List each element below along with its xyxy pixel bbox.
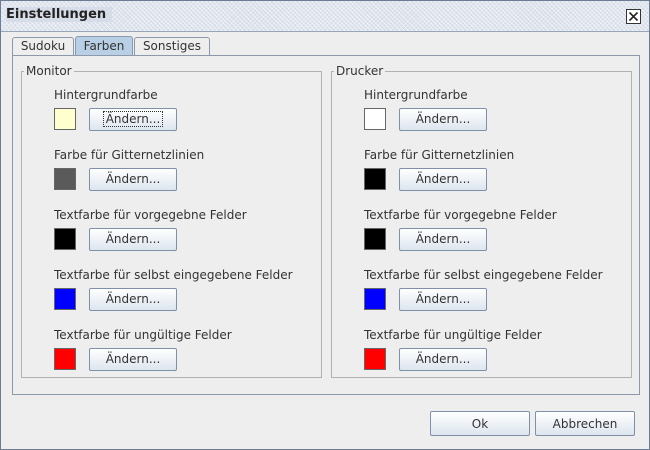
button-label: Ändern... [415, 172, 471, 186]
ok-button[interactable]: Ok [430, 411, 530, 436]
printer-legend: Drucker [336, 64, 384, 78]
printer-given-text-change-button[interactable]: Ändern... [399, 228, 487, 251]
printer-given-text-swatch [364, 228, 386, 250]
tab-label: Sudoku [20, 39, 66, 53]
printer-gridline-label: Farbe für Gitternetzlinien [364, 148, 515, 162]
button-label: Ändern... [105, 292, 161, 306]
monitor-invalid-text-label: Textfarbe für ungültige Felder [54, 328, 232, 342]
monitor-invalid-text-change-button[interactable]: Ändern... [89, 348, 177, 371]
printer-invalid-text-swatch [364, 348, 386, 370]
tab-farben[interactable]: Farben [75, 36, 133, 56]
close-button[interactable] [626, 9, 641, 24]
tab-label: Farben [83, 39, 125, 53]
monitor-user-text-swatch [54, 288, 76, 310]
printer-gridline-swatch [364, 168, 386, 190]
monitor-gridline-label: Farbe für Gitternetzlinien [54, 148, 205, 162]
tab-sonstiges[interactable]: Sonstiges [134, 37, 210, 55]
monitor-background-swatch [54, 108, 76, 130]
monitor-background-label: Hintergrundfarbe [54, 88, 158, 102]
printer-background-swatch [364, 108, 386, 130]
printer-user-text-change-button[interactable]: Ändern... [399, 288, 487, 311]
monitor-invalid-text-swatch [54, 348, 76, 370]
tab-panel-farben: Monitor Drucker Hintergrundfarbe Ändern.… [12, 55, 640, 395]
monitor-given-text-swatch [54, 228, 76, 250]
button-label: Ändern... [415, 292, 471, 306]
button-label: Ändern... [105, 352, 161, 366]
button-label: Ändern... [105, 232, 161, 246]
printer-gridline-change-button[interactable]: Ändern... [399, 168, 487, 191]
button-label: Ändern... [415, 352, 471, 366]
printer-user-text-swatch [364, 288, 386, 310]
printer-invalid-text-label: Textfarbe für ungültige Felder [364, 328, 542, 342]
cancel-button[interactable]: Abbrechen [535, 411, 635, 436]
button-label: Ändern... [415, 112, 471, 126]
title-bar[interactable]: Einstellungen [1, 1, 649, 32]
printer-user-text-label: Textfarbe für selbst eingegebene Felder [364, 268, 603, 282]
printer-given-text-label: Textfarbe für vorgegebne Felder [364, 208, 557, 222]
settings-dialog: Einstellungen Sudoku Farben Sonstiges Mo… [0, 0, 650, 450]
tab-label: Sonstiges [142, 39, 202, 53]
monitor-legend: Monitor [26, 64, 72, 78]
button-label: Ändern... [105, 172, 161, 186]
monitor-gridline-swatch [54, 168, 76, 190]
tab-sudoku[interactable]: Sudoku [12, 37, 74, 55]
close-icon [628, 11, 639, 22]
monitor-given-text-label: Textfarbe für vorgegebne Felder [54, 208, 247, 222]
button-label: Ändern... [102, 111, 164, 127]
monitor-user-text-change-button[interactable]: Ändern... [89, 288, 177, 311]
button-label: Ok [471, 417, 489, 431]
monitor-given-text-change-button[interactable]: Ändern... [89, 228, 177, 251]
monitor-gridline-change-button[interactable]: Ändern... [89, 168, 177, 191]
button-label: Abbrechen [552, 417, 618, 431]
printer-background-change-button[interactable]: Ändern... [399, 108, 487, 131]
window-title: Einstellungen [6, 7, 113, 22]
button-label: Ändern... [415, 232, 471, 246]
monitor-background-change-button[interactable]: Ändern... [89, 108, 177, 131]
monitor-user-text-label: Textfarbe für selbst eingegebene Felder [54, 268, 293, 282]
printer-background-label: Hintergrundfarbe [364, 88, 468, 102]
printer-invalid-text-change-button[interactable]: Ändern... [399, 348, 487, 371]
